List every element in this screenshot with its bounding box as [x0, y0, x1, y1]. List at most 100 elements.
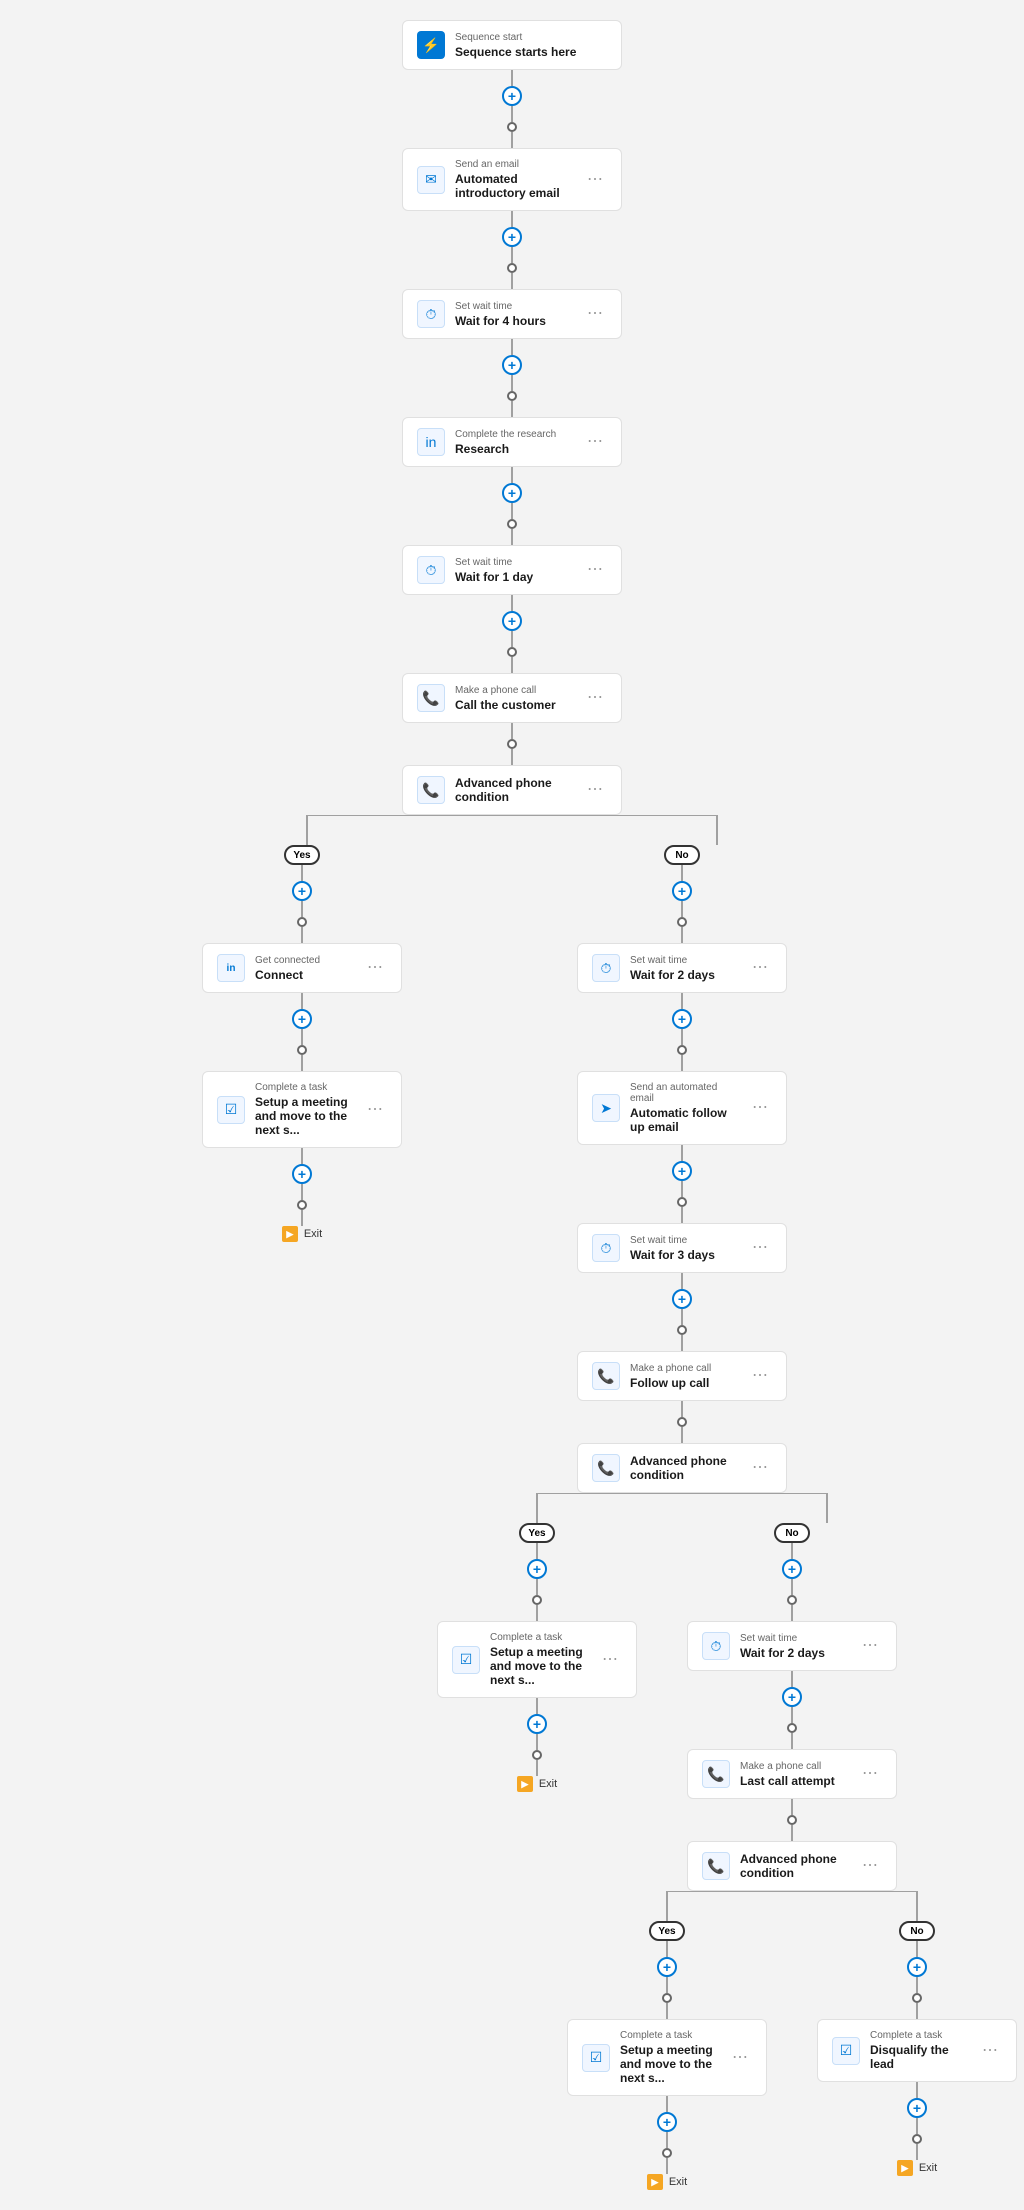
- line: [916, 1977, 918, 1993]
- sequence-start-card: ⚡ Sequence start Sequence starts here: [402, 20, 622, 70]
- add-button-1[interactable]: +: [502, 86, 522, 106]
- connect-title: Connect: [255, 968, 353, 982]
- line: [301, 1148, 303, 1164]
- task-meeting-1-title: Setup a meeting and move to the next s..…: [255, 1095, 353, 1137]
- task-icon-3: ☑: [582, 2044, 610, 2072]
- card-menu-17[interactable]: ⋯: [858, 1856, 882, 1876]
- disqualify-lead-title: Disqualify the lead: [870, 2043, 968, 2071]
- card-menu-16[interactable]: ⋯: [858, 1764, 882, 1784]
- card-menu-8[interactable]: ⋯: [363, 1100, 387, 1120]
- card-menu-9[interactable]: ⋯: [748, 958, 772, 978]
- wait-3d-label: Set wait time: [630, 1235, 738, 1246]
- task-meeting-3-label: Complete a task: [620, 2030, 718, 2041]
- last-call-label: Make a phone call: [740, 1761, 848, 1772]
- add-btn-no-1[interactable]: +: [672, 881, 692, 901]
- phone-condition-1-title: Advanced phone condition: [455, 776, 573, 804]
- card-menu-11[interactable]: ⋯: [748, 1238, 772, 1258]
- line: [536, 1760, 538, 1776]
- add-btn-yes3-1[interactable]: +: [657, 1957, 677, 1977]
- line: [681, 901, 683, 917]
- condition-icon-2: 📞: [592, 1454, 620, 1482]
- add-btn-yes3-2[interactable]: +: [657, 2112, 677, 2132]
- wait-icon-5: ⏱: [702, 1632, 730, 1660]
- line: [681, 1181, 683, 1197]
- line: [536, 1605, 538, 1621]
- sequence-icon: ⚡: [417, 31, 445, 59]
- no-connector-1: +: [672, 865, 692, 943]
- auto-email-label: Send an automated email: [630, 1082, 738, 1104]
- card-menu-12[interactable]: ⋯: [748, 1366, 772, 1386]
- call-customer-card: 📞 Make a phone call Call the customer ⋯: [402, 673, 622, 723]
- wait-icon: ⏱: [417, 300, 445, 328]
- card-menu-3[interactable]: ⋯: [583, 432, 607, 452]
- card-menu-14[interactable]: ⋯: [598, 1650, 622, 1670]
- exit-icon-1: ▶: [282, 1226, 298, 1242]
- card-menu-1[interactable]: ⋯: [583, 170, 607, 190]
- yes-label-3: Yes: [649, 1921, 685, 1941]
- add-button-2[interactable]: +: [502, 227, 522, 247]
- card-menu-13[interactable]: ⋯: [748, 1458, 772, 1478]
- line: [511, 375, 513, 391]
- card-menu-19[interactable]: ⋯: [978, 2041, 1002, 2061]
- phone-icon: 📞: [417, 684, 445, 712]
- add-btn-no3-1[interactable]: +: [907, 1957, 927, 1977]
- connector-4: +: [502, 467, 522, 545]
- no-connector-2: +: [672, 993, 692, 1071]
- line: [511, 631, 513, 647]
- yes-branch-1: Yes + in Get connected Connect: [162, 845, 442, 1242]
- wait-4h-card: ⏱ Set wait time Wait for 4 hours ⋯: [402, 289, 622, 339]
- line: [301, 901, 303, 917]
- line: [681, 1055, 683, 1071]
- task-meeting-2-card: ☑ Complete a task Setup a meeting and mo…: [437, 1621, 637, 1698]
- branch-3-row: Yes +: [562, 1921, 1022, 2190]
- add-btn-no-3[interactable]: +: [672, 1161, 692, 1181]
- card-menu-2[interactable]: ⋯: [583, 304, 607, 324]
- add-btn-no3-2[interactable]: +: [907, 2098, 927, 2118]
- add-btn-no-4[interactable]: +: [672, 1289, 692, 1309]
- add-btn-yes-1[interactable]: +: [292, 881, 312, 901]
- dot: [787, 1595, 797, 1605]
- add-btn-no-2[interactable]: +: [672, 1009, 692, 1029]
- line: [681, 1029, 683, 1045]
- card-menu-4[interactable]: ⋯: [583, 560, 607, 580]
- add-button-5[interactable]: +: [502, 611, 522, 631]
- line: [916, 1941, 918, 1957]
- add-btn-yes2-2[interactable]: +: [527, 1714, 547, 1734]
- add-btn-yes2-1[interactable]: +: [527, 1559, 547, 1579]
- line: [511, 401, 513, 417]
- card-menu-6[interactable]: ⋯: [583, 780, 607, 800]
- disqualify-label-text: Complete a task: [870, 2030, 968, 2041]
- add-btn-no2-2[interactable]: +: [782, 1687, 802, 1707]
- add-btn-yes-3[interactable]: +: [292, 1164, 312, 1184]
- card-menu-10[interactable]: ⋯: [748, 1098, 772, 1118]
- task-meeting-1-card: ☑ Complete a task Setup a meeting and mo…: [202, 1071, 402, 1148]
- line: [511, 211, 513, 227]
- line: [666, 2003, 668, 2019]
- add-btn-yes-2[interactable]: +: [292, 1009, 312, 1029]
- task-meeting-1-label: Complete a task: [255, 1082, 353, 1093]
- line: [666, 2096, 668, 2112]
- followup-call-title: Follow up call: [630, 1376, 738, 1390]
- no-branch-1: No + ⏱ Set wait time Wait for 2 days: [502, 845, 862, 2190]
- exit-icon-4: ▶: [897, 2160, 913, 2176]
- send-email-1-title: Automated introductory email: [455, 172, 573, 200]
- no-connector-4: +: [672, 1273, 692, 1351]
- add-button-3[interactable]: +: [502, 355, 522, 375]
- dot: [787, 1723, 797, 1733]
- no2-connector-2: +: [782, 1671, 802, 1749]
- add-btn-no2-1[interactable]: +: [782, 1559, 802, 1579]
- yes-branch-2: Yes + ☑: [432, 1523, 642, 1792]
- line: [681, 865, 683, 881]
- card-menu-7[interactable]: ⋯: [363, 958, 387, 978]
- card-menu-5[interactable]: ⋯: [583, 688, 607, 708]
- sequence-start-label: Sequence start: [455, 32, 607, 43]
- line: [791, 1671, 793, 1687]
- line: [301, 1210, 303, 1226]
- connect-label: Get connected: [255, 955, 353, 966]
- card-menu-18[interactable]: ⋯: [728, 2048, 752, 2068]
- line: [536, 1734, 538, 1750]
- add-button-4[interactable]: +: [502, 483, 522, 503]
- task-meeting-3-title: Setup a meeting and move to the next s..…: [620, 2043, 718, 2085]
- last-call-icon: 📞: [702, 1760, 730, 1788]
- card-menu-15[interactable]: ⋯: [858, 1636, 882, 1656]
